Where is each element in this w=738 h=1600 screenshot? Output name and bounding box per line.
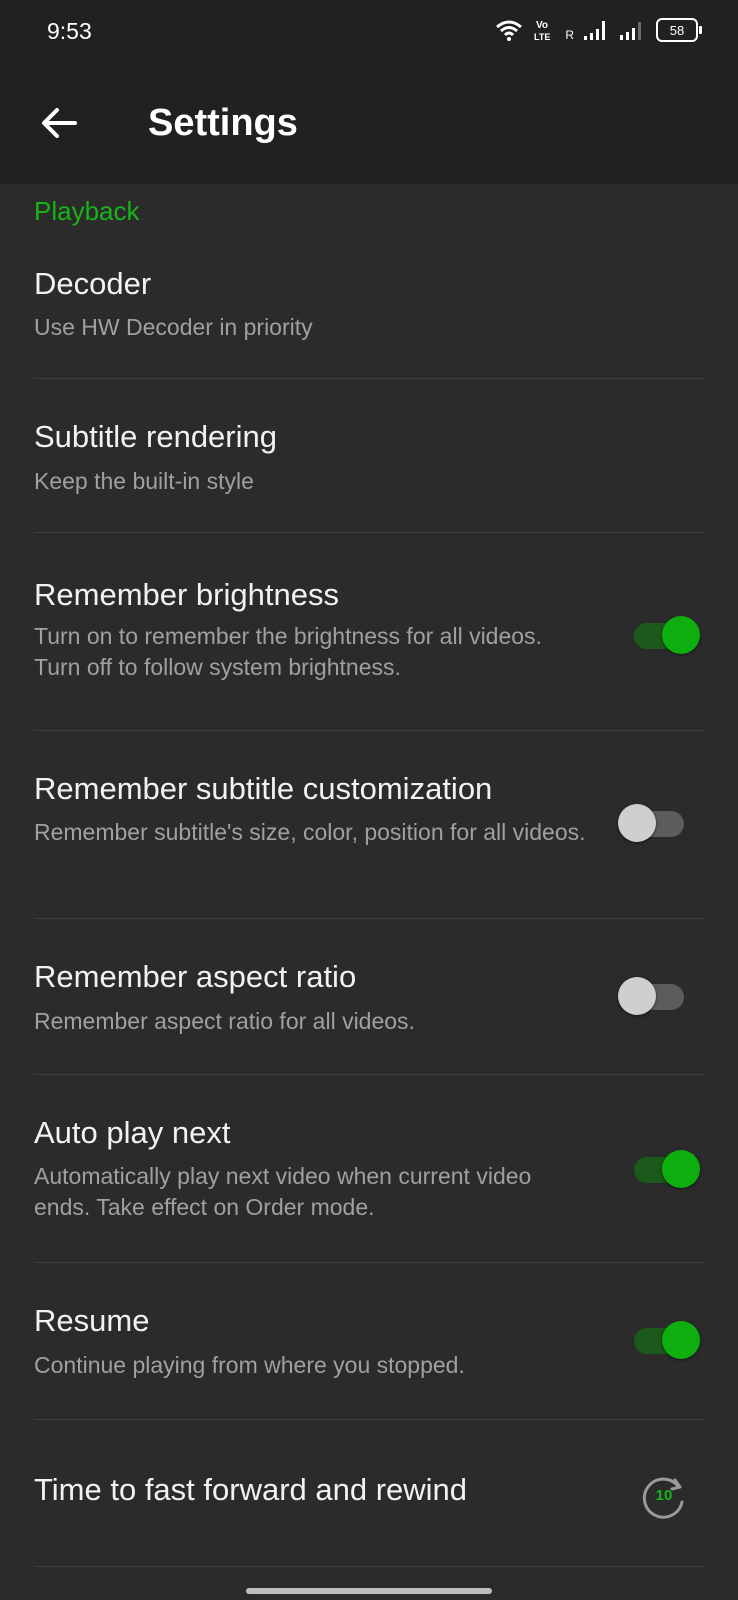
- wifi-icon: [496, 20, 523, 41]
- signal-icon-2: [620, 22, 641, 40]
- battery-icon: 58: [656, 18, 702, 42]
- setting-title: Auto play next: [34, 1115, 231, 1150]
- auto-play-next-toggle[interactable]: [634, 1150, 700, 1188]
- setting-subtitle: Use HW Decoder in priority: [34, 314, 313, 340]
- setting-subtitle: Turn on to remember the brightness for a…: [34, 623, 542, 680]
- divider: [34, 1566, 704, 1567]
- remember-subtitle-customization-toggle[interactable]: [618, 804, 684, 842]
- svg-text:LTE: LTE: [534, 32, 550, 42]
- svg-text:Vo: Vo: [536, 20, 548, 31]
- setting-subtitle: Continue playing from where you stopped.: [34, 1352, 465, 1378]
- setting-subtitle: Remember aspect ratio for all videos.: [34, 1008, 415, 1034]
- setting-fast-forward-time[interactable]: Time to fast forward and rewind: [0, 1420, 738, 1568]
- battery-level: 58: [669, 22, 685, 38]
- status-time: 9:53: [47, 18, 92, 44]
- arrow-left-icon: [42, 108, 77, 138]
- roaming-label: R: [565, 28, 574, 42]
- setting-title: Remember brightness: [34, 577, 339, 612]
- back-button[interactable]: [30, 94, 88, 152]
- setting-decoder[interactable]: Decoder Use HW Decoder in priority: [0, 250, 738, 378]
- setting-title: Subtitle rendering: [34, 419, 277, 454]
- page-title: Settings: [148, 102, 298, 144]
- setting-title: Resume: [34, 1303, 150, 1338]
- fast-forward-value: 10: [655, 1487, 673, 1504]
- section-title-playback: Playback: [34, 196, 140, 226]
- setting-title: Remember aspect ratio: [34, 959, 357, 994]
- home-indicator[interactable]: [246, 1588, 492, 1594]
- remember-brightness-toggle[interactable]: [634, 616, 700, 654]
- setting-subtitle: Automatically play next video when curre…: [34, 1163, 532, 1220]
- resume-toggle[interactable]: [634, 1321, 700, 1359]
- setting-resume[interactable]: Resume Continue playing from where you s…: [0, 1263, 738, 1419]
- setting-title: Remember subtitle customization: [34, 771, 493, 806]
- status-icons: Vo LTE R 58: [495, 18, 702, 42]
- setting-subtitle: Keep the built-in style: [34, 468, 254, 494]
- volte-icon: Vo LTE: [534, 20, 550, 42]
- fast-forward-10-icon[interactable]: 10: [638, 1472, 690, 1524]
- setting-subtitle-rendering[interactable]: Subtitle rendering Keep the built-in sty…: [0, 379, 738, 531]
- signal-icon: [584, 21, 605, 40]
- setting-auto-play-next[interactable]: Auto play next Automatically play next v…: [0, 1075, 738, 1262]
- setting-remember-subtitle-customization[interactable]: Remember subtitle customization Remember…: [0, 731, 738, 917]
- setting-title: Decoder: [34, 266, 152, 301]
- setting-remember-brightness[interactable]: Remember brightness Turn on to remember …: [0, 533, 738, 729]
- remember-aspect-ratio-toggle[interactable]: [618, 977, 684, 1015]
- setting-subtitle: Remember subtitle's size, color, positio…: [34, 819, 586, 845]
- app-bar: Settings: [0, 66, 738, 184]
- status-bar: 9:53 Vo LTE R 58: [0, 0, 738, 66]
- setting-title: Time to fast forward and rewind: [34, 1472, 468, 1507]
- setting-remember-aspect-ratio[interactable]: Remember aspect ratio Remember aspect ra…: [0, 919, 738, 1074]
